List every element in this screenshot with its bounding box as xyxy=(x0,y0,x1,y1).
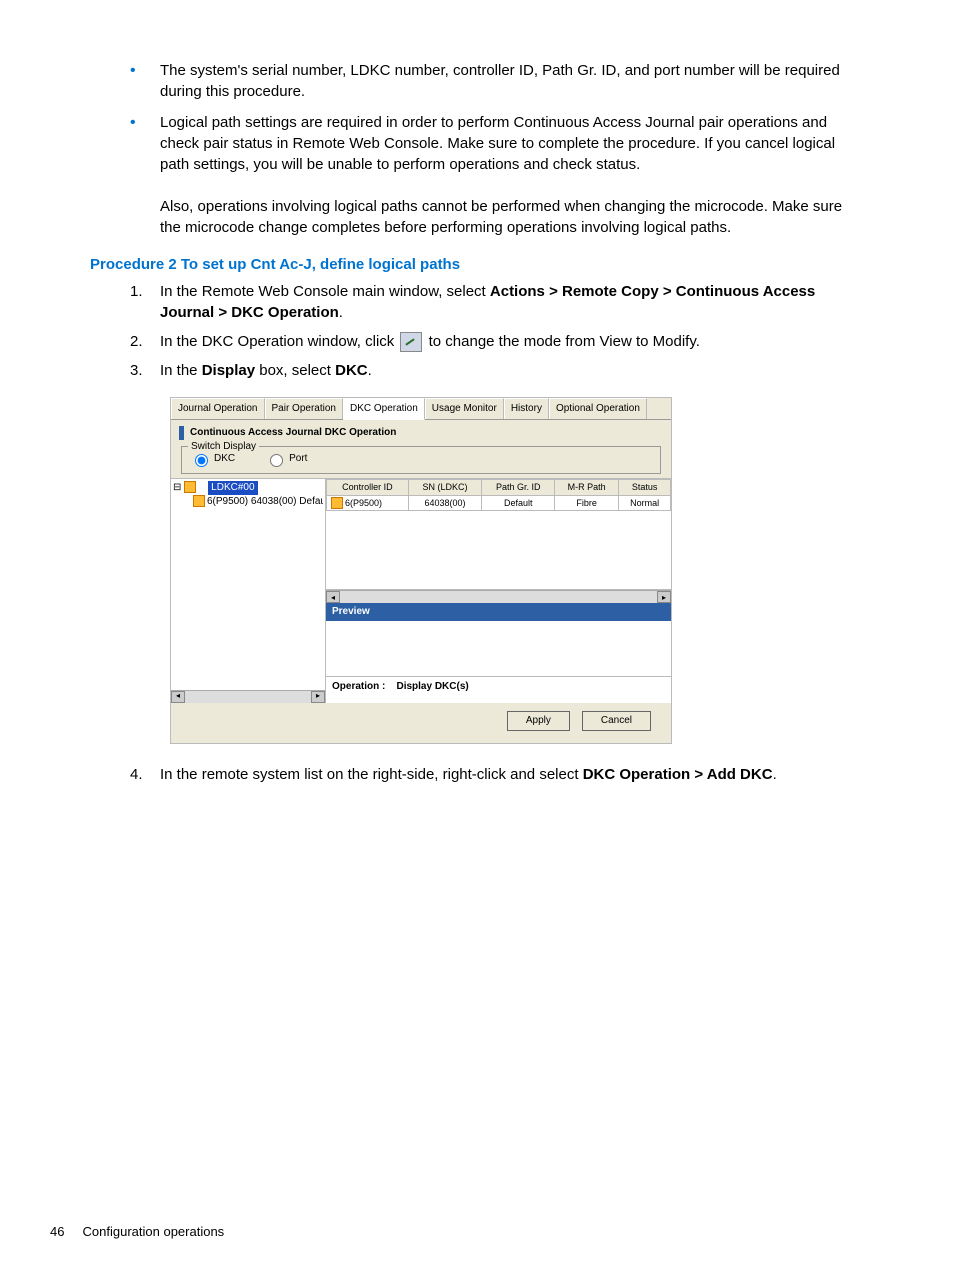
modify-icon xyxy=(400,332,422,352)
step-bold: DKC xyxy=(335,362,368,379)
step-text: In the DKC Operation window, click xyxy=(160,333,398,350)
step-text: In the xyxy=(160,362,202,379)
panel-title: Continuous Access Journal DKC Operation xyxy=(171,420,671,440)
tree-child-label: 6(P9500) 64038(00) Defau xyxy=(207,496,323,507)
preview-body xyxy=(326,621,671,677)
step-number: 2. xyxy=(130,331,143,352)
tree-root-label: LDKC#00 xyxy=(208,481,257,495)
col-path-gr-id: Path Gr. ID xyxy=(482,480,555,496)
radio-port-input[interactable] xyxy=(270,454,283,467)
bullet-list: The system's serial number, LDKC number,… xyxy=(90,60,864,238)
apply-button[interactable]: Apply xyxy=(507,711,570,731)
step-text: . xyxy=(773,766,777,783)
tree-child-row[interactable]: 6(P9500) 64038(00) Defau xyxy=(193,495,323,509)
radio-port-label: Port xyxy=(289,452,307,466)
table-header-row: Controller ID SN (LDKC) Path Gr. ID M-R … xyxy=(327,480,671,496)
step-text: box, select xyxy=(255,362,335,379)
tree-root-row[interactable]: ⊟ LDKC#00 xyxy=(173,481,323,495)
right-panel: Controller ID SN (LDKC) Path Gr. ID M-R … xyxy=(326,479,671,703)
steps-list-cont: 4. In the remote system list on the righ… xyxy=(90,764,864,785)
switch-display-label: Switch Display xyxy=(188,440,259,454)
step-bold: Display xyxy=(202,362,255,379)
grid-scrollbar[interactable]: ◂▸ xyxy=(326,590,671,603)
device-icon xyxy=(331,497,343,509)
dkc-operation-window: Journal Operation Pair Operation DKC Ope… xyxy=(170,397,672,744)
radio-port[interactable]: Port xyxy=(265,451,307,467)
procedure-heading: Procedure 2 To set up Cnt Ac-J, define l… xyxy=(90,254,864,275)
tab-dkc-operation[interactable]: DKC Operation xyxy=(343,398,425,420)
step-text: In the Remote Web Console main window, s… xyxy=(160,283,490,300)
bullet-item: The system's serial number, LDKC number,… xyxy=(130,60,864,102)
tab-journal-operation[interactable]: Journal Operation xyxy=(171,398,265,419)
step-bold: DKC Operation > Add DKC xyxy=(583,766,773,783)
col-status: Status xyxy=(619,480,671,496)
step-2: 2. In the DKC Operation window, click to… xyxy=(130,331,864,352)
button-row: Apply Cancel xyxy=(171,703,671,743)
switch-display-group: Switch Display DKC Port xyxy=(181,446,661,474)
radio-dkc-label: DKC xyxy=(214,452,235,466)
cell-pathgr: Default xyxy=(482,495,555,511)
preview-header: Preview xyxy=(326,603,671,621)
bullet-text: Also, operations involving logical paths… xyxy=(160,198,842,236)
operation-label: Operation : xyxy=(332,681,385,692)
cell-status: Normal xyxy=(619,495,671,511)
tab-bar: Journal Operation Pair Operation DKC Ope… xyxy=(171,398,671,420)
device-icon xyxy=(193,495,205,507)
grid-wrap: Controller ID SN (LDKC) Path Gr. ID M-R … xyxy=(326,479,671,590)
tab-usage-monitor[interactable]: Usage Monitor xyxy=(425,398,504,419)
step-1: 1. In the Remote Web Console main window… xyxy=(130,281,864,323)
tab-pair-operation[interactable]: Pair Operation xyxy=(265,398,343,419)
step-text: to change the mode from View to Modify. xyxy=(424,333,699,350)
step-text: . xyxy=(368,362,372,379)
tab-optional-operation[interactable]: Optional Operation xyxy=(549,398,647,419)
operation-value: Display DKC(s) xyxy=(396,681,468,692)
step-4: 4. In the remote system list on the righ… xyxy=(130,764,864,785)
main-area: ⊟ LDKC#00 6(P9500) 64038(00) Defau ◂▸ Co… xyxy=(171,478,671,703)
step-number: 4. xyxy=(130,764,143,785)
cell-mrpath: Fibre xyxy=(555,495,619,511)
remote-system-table[interactable]: Controller ID SN (LDKC) Path Gr. ID M-R … xyxy=(326,479,671,511)
tree-scrollbar[interactable]: ◂▸ xyxy=(171,690,325,703)
step-text: In the remote system list on the right-s… xyxy=(160,766,583,783)
cancel-button[interactable]: Cancel xyxy=(582,711,651,731)
radio-dkc-input[interactable] xyxy=(195,454,208,467)
footer-title: Configuration operations xyxy=(83,1224,225,1239)
col-controller-id: Controller ID xyxy=(327,480,409,496)
cell-text: 6(P9500) xyxy=(345,498,382,508)
step-3: 3. In the Display box, select DKC. xyxy=(130,360,864,381)
table-row[interactable]: 6(P9500) 64038(00) Default Fibre Normal xyxy=(327,495,671,511)
page-number: 46 xyxy=(50,1224,64,1239)
tree-panel: ⊟ LDKC#00 6(P9500) 64038(00) Defau ◂▸ xyxy=(171,479,326,703)
bullet-text: Logical path settings are required in or… xyxy=(160,114,835,173)
tab-history[interactable]: History xyxy=(504,398,549,419)
page-footer: 46 Configuration operations xyxy=(50,1223,224,1241)
col-mr-path: M-R Path xyxy=(555,480,619,496)
col-sn-ldkc: SN (LDKC) xyxy=(408,480,482,496)
operation-row: Operation : Display DKC(s) xyxy=(326,677,671,697)
step-text: . xyxy=(339,304,343,321)
cell-controller-id: 6(P9500) xyxy=(327,495,409,511)
bullet-item: Logical path settings are required in or… xyxy=(130,112,864,238)
cell-sn: 64038(00) xyxy=(408,495,482,511)
step-number: 1. xyxy=(130,281,143,302)
step-number: 3. xyxy=(130,360,143,381)
folder-icon xyxy=(184,481,196,493)
steps-list: 1. In the Remote Web Console main window… xyxy=(90,281,864,381)
